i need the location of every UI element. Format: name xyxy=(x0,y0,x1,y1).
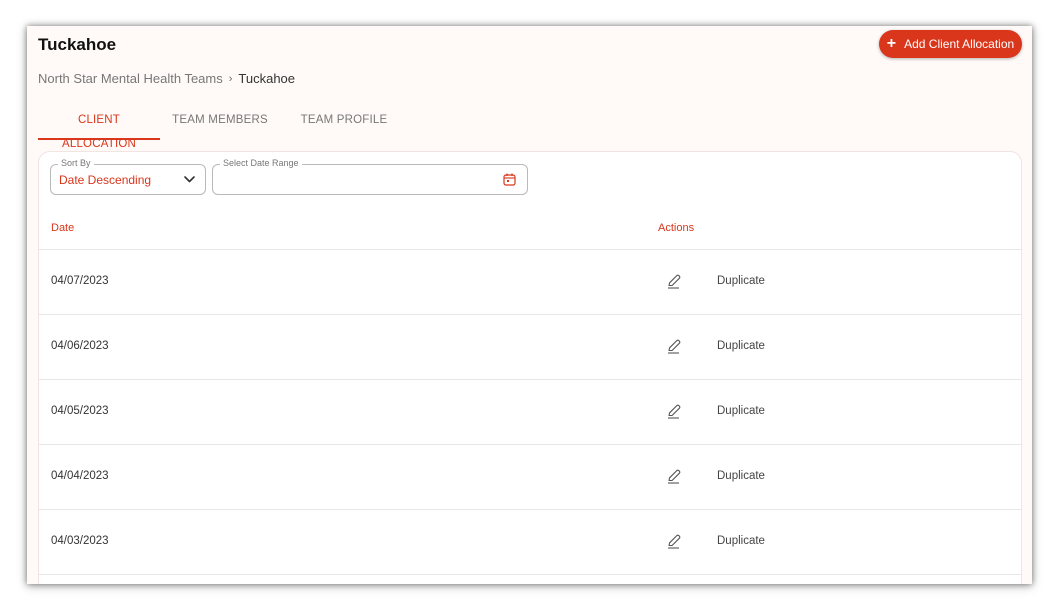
calendar-icon[interactable] xyxy=(503,173,516,186)
row-date: 04/04/2023 xyxy=(51,470,109,482)
chevron-down-icon xyxy=(184,176,195,183)
allocation-table: 04/07/2023 Duplicate 04/06/2023 Duplicat… xyxy=(39,249,1021,584)
table-row: 04/03/2023 Duplicate xyxy=(39,509,1021,574)
duplicate-button[interactable]: Duplicate xyxy=(717,340,765,352)
add-client-allocation-button[interactable]: + Add Client Allocation xyxy=(879,30,1022,58)
app-window: Tuckahoe + Add Client Allocation North S… xyxy=(27,26,1032,584)
row-date: 04/05/2023 xyxy=(51,405,109,417)
tab-team-members[interactable]: TEAM MEMBERS xyxy=(160,108,280,140)
table-row: 04/07/2023 Duplicate xyxy=(39,249,1021,314)
duplicate-button[interactable]: Duplicate xyxy=(717,405,765,417)
edit-icon[interactable] xyxy=(666,403,682,419)
sort-by-label: Sort By xyxy=(58,158,94,168)
row-date: 04/03/2023 xyxy=(51,535,109,547)
tab-team-profile[interactable]: TEAM PROFILE xyxy=(280,108,408,140)
edit-icon[interactable] xyxy=(666,468,682,484)
row-date: 04/06/2023 xyxy=(51,340,109,352)
date-range-label: Select Date Range xyxy=(220,158,302,168)
breadcrumb: North Star Mental Health Teams › Tuckaho… xyxy=(38,71,295,86)
table-row xyxy=(39,574,1021,584)
edit-icon[interactable] xyxy=(666,338,682,354)
breadcrumb-separator: › xyxy=(228,72,233,85)
tab-bar: CLIENT ALLOCATION TEAM MEMBERS TEAM PROF… xyxy=(38,108,408,150)
add-client-allocation-label: Add Client Allocation xyxy=(904,37,1015,51)
column-header-date[interactable]: Date xyxy=(51,222,74,234)
sort-by-value: Date Descending xyxy=(59,173,152,187)
table-row: 04/05/2023 Duplicate xyxy=(39,379,1021,444)
edit-icon[interactable] xyxy=(666,533,682,549)
sort-by-select[interactable]: Sort By Date Descending xyxy=(50,158,206,195)
table-row: 04/06/2023 Duplicate xyxy=(39,314,1021,379)
breadcrumb-parent-link[interactable]: North Star Mental Health Teams xyxy=(38,71,223,86)
duplicate-button[interactable]: Duplicate xyxy=(717,535,765,547)
duplicate-button[interactable]: Duplicate xyxy=(717,470,765,482)
duplicate-button[interactable]: Duplicate xyxy=(717,275,765,287)
edit-icon[interactable] xyxy=(666,273,682,289)
row-date: 04/07/2023 xyxy=(51,275,109,287)
page-title: Tuckahoe xyxy=(38,35,117,54)
client-allocation-panel: Sort By Date Descending Select Date Rang… xyxy=(38,151,1022,584)
table-row: 04/04/2023 Duplicate xyxy=(39,444,1021,509)
plus-icon: + xyxy=(886,35,897,52)
column-header-actions: Actions xyxy=(658,222,695,234)
breadcrumb-current: Tuckahoe xyxy=(238,71,296,86)
date-range-field[interactable]: Select Date Range xyxy=(212,158,528,195)
tab-client-allocation[interactable]: CLIENT ALLOCATION xyxy=(38,108,160,150)
